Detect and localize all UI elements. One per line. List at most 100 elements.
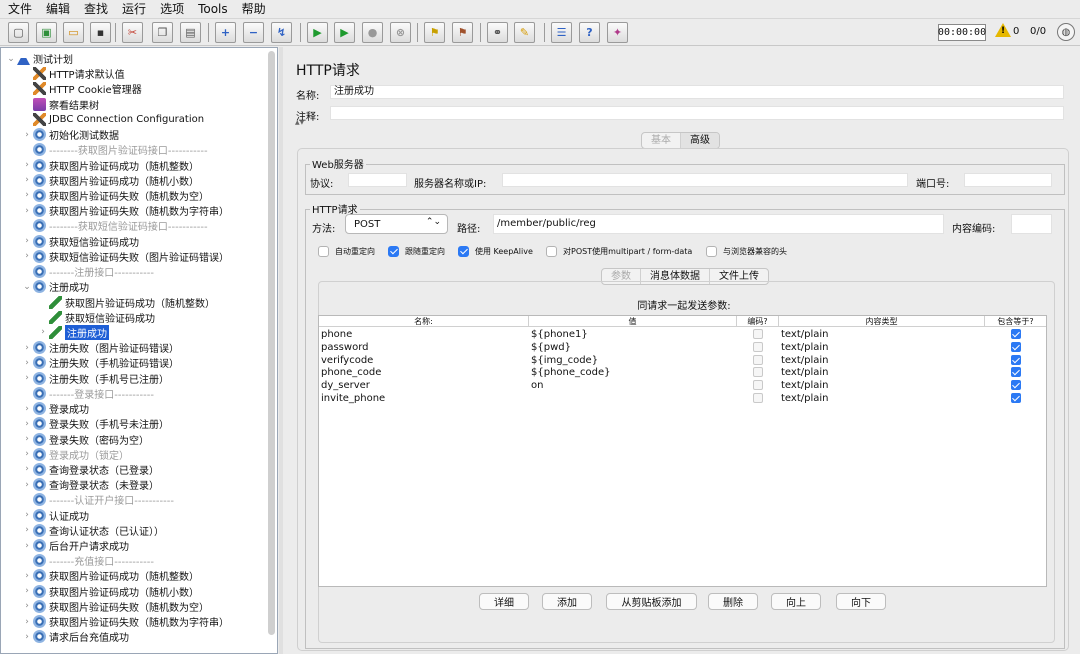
expand-chevron-icon[interactable]: › xyxy=(21,358,33,368)
open-icon[interactable]: ▭ xyxy=(63,22,84,43)
param-encode[interactable] xyxy=(737,379,779,392)
param-name[interactable]: password xyxy=(319,341,529,354)
tab-advanced[interactable]: 高级 xyxy=(681,133,719,148)
table-row[interactable]: phone ${phone1} text/plain xyxy=(319,328,1046,341)
param-value[interactable]: ${img_code} xyxy=(529,354,737,367)
expand-chevron-icon[interactable]: › xyxy=(21,160,33,170)
expand-chevron-icon[interactable]: › xyxy=(21,510,33,520)
param-name[interactable]: phone_code xyxy=(319,366,529,379)
tree-node[interactable]: -------登录接口----------- xyxy=(21,386,154,401)
expand-chevron-icon[interactable]: › xyxy=(21,251,33,261)
split-divider[interactable] xyxy=(279,47,283,654)
col-value[interactable]: 值 xyxy=(529,316,737,326)
tree-node[interactable]: › 登录成功（锁定） xyxy=(21,447,129,462)
checkbox-checked-icon[interactable] xyxy=(1010,341,1021,352)
param-encode[interactable] xyxy=(737,341,779,354)
param-name[interactable]: verifycode xyxy=(319,354,529,367)
collapse-icon[interactable]: − xyxy=(243,22,264,43)
save-icon[interactable]: ▪ xyxy=(90,22,111,43)
tree-node[interactable]: › 获取图片验证码成功（随机整数） xyxy=(21,568,199,583)
expand-chevron-icon[interactable]: › xyxy=(21,190,33,200)
menu-edit[interactable]: 编辑 xyxy=(46,0,70,19)
clear-icon[interactable]: ⚑ xyxy=(424,22,445,43)
param-value[interactable]: ${phone_code} xyxy=(529,366,737,379)
shutdown-icon[interactable]: ⊗ xyxy=(390,22,411,43)
param-value[interactable]: on xyxy=(529,379,737,392)
move-down-button[interactable]: 向下 xyxy=(836,593,886,610)
checkbox-checked-icon[interactable] xyxy=(1010,380,1021,391)
expand-chevron-icon[interactable]: › xyxy=(21,480,33,490)
param-name[interactable]: dy_server xyxy=(319,379,529,392)
expand-chevron-icon[interactable]: ⌄ xyxy=(5,54,17,64)
param-content-type[interactable]: text/plain xyxy=(779,366,985,379)
param-include-equals[interactable] xyxy=(985,392,1046,405)
checkbox-checked-icon[interactable] xyxy=(458,246,469,257)
name-field[interactable]: 注册成功 xyxy=(330,85,1064,99)
tree-node[interactable]: › 登录失败（密码为空） xyxy=(21,432,149,447)
option-checkbox[interactable]: 自动重定向 xyxy=(318,246,375,257)
option-checkbox[interactable]: 对POST使用multipart / form-data xyxy=(546,246,692,257)
tree-node[interactable]: › 认证成功 xyxy=(21,508,89,523)
tree-node[interactable]: › 获取短信验证码成功 xyxy=(21,234,139,249)
tree-node[interactable]: › 获取图片验证码失败（随机数为空） xyxy=(21,188,209,203)
expand-chevron-icon[interactable]: › xyxy=(21,404,33,414)
method-select[interactable]: POST ⌃⌄ xyxy=(345,214,448,234)
checkbox-empty-icon[interactable] xyxy=(318,246,329,257)
checkbox-empty-icon[interactable] xyxy=(706,246,717,257)
tree-node[interactable]: › 初始化测试数据 xyxy=(21,127,119,142)
tree-node[interactable]: HTTP Cookie管理器 xyxy=(21,81,142,96)
reset-search-icon[interactable]: ✎ xyxy=(514,22,535,43)
menu-tools[interactable]: Tools xyxy=(198,0,228,19)
checkbox-empty-icon[interactable] xyxy=(546,246,557,257)
add-button[interactable]: 添加 xyxy=(542,593,592,610)
expand-chevron-icon[interactable]: › xyxy=(21,434,33,444)
expand-chevron-icon[interactable]: › xyxy=(21,373,33,383)
checkbox-checked-icon[interactable] xyxy=(1010,367,1021,378)
encoding-field[interactable] xyxy=(1011,214,1052,234)
start-no-pause-icon[interactable]: ▶ xyxy=(334,22,355,43)
option-checkbox[interactable]: 与浏览器兼容的头 xyxy=(706,246,787,257)
expand-chevron-icon[interactable]: › xyxy=(21,464,33,474)
move-up-button[interactable]: 向上 xyxy=(771,593,821,610)
tree-node[interactable]: › 注册成功 xyxy=(37,324,109,340)
param-value[interactable]: ${phone1} xyxy=(529,328,737,341)
tree-node[interactable]: 察看结果树 xyxy=(21,97,99,112)
param-name[interactable]: invite_phone xyxy=(319,392,529,405)
menu-options[interactable]: 选项 xyxy=(160,0,184,19)
tree-node[interactable]: -------充值接口----------- xyxy=(21,553,154,568)
expand-chevron-icon[interactable]: › xyxy=(21,206,33,216)
tree-node[interactable]: › 获取图片验证码失败（随机数为空） xyxy=(21,599,209,614)
tree-node[interactable]: › 注册失败（手机号已注册） xyxy=(21,371,169,386)
test-plan-tree[interactable]: ⌄ 测试计划 HTTP请求默认值 HTTP Cookie管理器 察看结果树 JDBC Co… xyxy=(0,47,278,654)
checkbox-checked-icon[interactable] xyxy=(1010,329,1021,339)
tree-node[interactable]: › 查询登录状态（未登录） xyxy=(21,477,159,492)
menu-file[interactable]: 文件 xyxy=(8,0,32,19)
expand-chevron-icon[interactable]: › xyxy=(21,343,33,353)
resize-arrows-icon[interactable]: ▲▼ xyxy=(295,119,304,126)
col-include-equals[interactable]: 包含等于? xyxy=(985,316,1046,326)
checkbox-empty-icon[interactable] xyxy=(753,380,763,391)
param-value[interactable]: ${pwd} xyxy=(529,341,737,354)
expand-icon[interactable]: + xyxy=(215,22,236,43)
tab-basic[interactable]: 基本 xyxy=(642,133,681,148)
tree-node[interactable]: ⌄ 测试计划 xyxy=(5,51,73,66)
menu-search[interactable]: 查找 xyxy=(84,0,108,19)
table-row[interactable]: phone_code ${phone_code} text/plain xyxy=(319,366,1046,379)
toggle-icon[interactable]: ↯ xyxy=(271,22,292,43)
param-encode[interactable] xyxy=(737,354,779,367)
col-name[interactable]: 名称: xyxy=(319,316,529,326)
tree-node[interactable]: › 查询登录状态（已登录） xyxy=(21,462,159,477)
table-row[interactable]: dy_server on text/plain xyxy=(319,379,1046,392)
expand-chevron-icon[interactable]: › xyxy=(21,525,33,535)
tree-node[interactable]: HTTP请求默认值 xyxy=(21,66,125,81)
tree-node[interactable]: 获取短信验证码成功 xyxy=(37,310,155,325)
expand-chevron-icon[interactable]: › xyxy=(37,327,49,337)
params-table[interactable]: 名称: 值 编码? 内容类型 包含等于? phone ${phone1} text/… xyxy=(318,315,1047,587)
cut-icon[interactable]: ✂ xyxy=(122,22,143,43)
expand-chevron-icon[interactable]: › xyxy=(21,541,33,551)
checkbox-empty-icon[interactable] xyxy=(753,367,763,378)
expand-chevron-icon[interactable]: › xyxy=(21,130,33,140)
menu-run[interactable]: 运行 xyxy=(122,0,146,19)
expand-chevron-icon[interactable]: › xyxy=(21,632,33,642)
param-include-equals[interactable] xyxy=(985,341,1046,354)
